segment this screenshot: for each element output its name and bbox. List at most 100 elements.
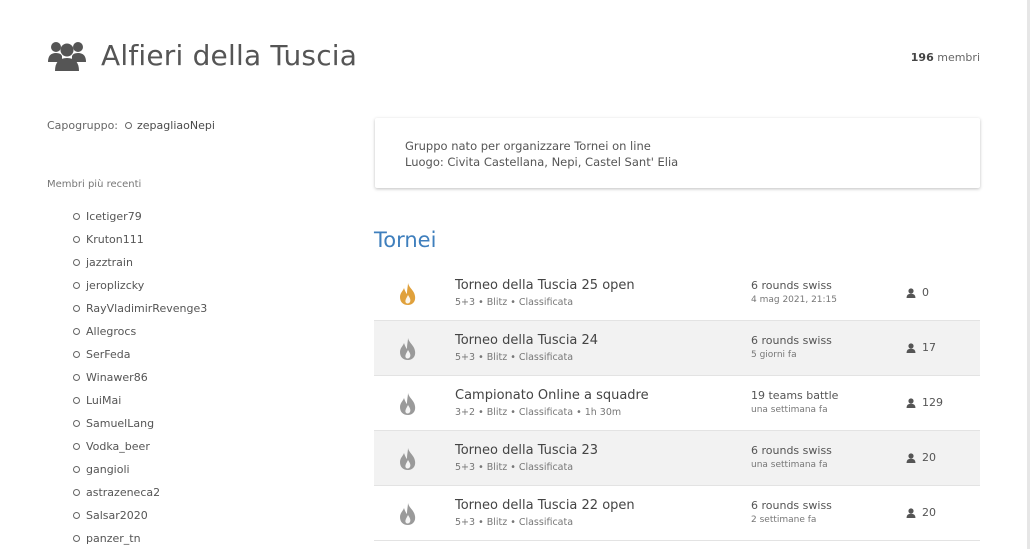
offline-status-icon — [73, 305, 80, 312]
description-line: Gruppo nato per organizzare Tornei on li… — [405, 139, 651, 153]
offline-status-icon — [73, 466, 80, 473]
user-icon — [906, 287, 916, 298]
tournament-date: 2 settimane fa — [751, 515, 817, 525]
user-icon — [906, 342, 916, 353]
members-count-label: membri — [937, 51, 980, 64]
leader-label: Capogruppo: — [47, 119, 119, 132]
tournament-row[interactable]: Torneo della Tuscia 22 open 5+3 • Blitz •… — [374, 486, 980, 541]
recent-member-name[interactable]: Allegrocs — [86, 325, 136, 338]
offline-status-icon — [73, 443, 80, 450]
flame-icon — [398, 337, 418, 365]
tournament-players: 17 — [906, 341, 936, 354]
recent-members-title: Membri più recenti — [47, 179, 142, 190]
offline-status-icon — [73, 351, 80, 358]
offline-status-icon — [73, 535, 80, 542]
recent-member-name[interactable]: Icetiger79 — [86, 210, 142, 223]
offline-status-icon — [125, 122, 133, 129]
tournament-meta: 5+3 • Blitz • Classificata — [455, 352, 574, 363]
tournament-row[interactable]: Torneo della Tuscia 24 5+3 • Blitz • Clas… — [374, 321, 980, 376]
tournament-row[interactable]: Campionato Online a squadre 3+2 • Blitz •… — [374, 376, 980, 431]
group-leader: Capogruppo: zepagliaoNepi — [47, 119, 215, 132]
recent-member-item[interactable]: panzer_tn — [73, 527, 207, 550]
tournament-format: 6 rounds swiss — [751, 444, 832, 457]
tournament-format: 6 rounds swiss — [751, 499, 832, 512]
recent-member-item[interactable]: Icetiger79 — [73, 205, 207, 228]
recent-member-name[interactable]: Salsar2020 — [86, 509, 148, 522]
tournament-meta: 5+3 • Blitz • Classificata — [455, 297, 574, 308]
tournament-format: 19 teams battle — [751, 389, 839, 402]
flame-icon — [398, 502, 418, 530]
tournament-date: una settimana fa — [751, 405, 828, 415]
flame-icon — [398, 282, 418, 310]
recent-member-name[interactable]: Winawer86 — [86, 371, 148, 384]
tournament-name[interactable]: Torneo della Tuscia 25 open — [455, 278, 635, 293]
user-icon — [906, 397, 916, 408]
tournament-date: 4 mag 2021, 21:15 — [751, 295, 838, 305]
tournament-date: 5 giorni fa — [751, 350, 797, 360]
group-description-card: Gruppo nato per organizzare Tornei on li… — [375, 118, 980, 188]
recent-member-item[interactable]: Salsar2020 — [73, 504, 207, 527]
tournament-meta: 5+3 • Blitz • Classificata — [455, 517, 574, 528]
recent-member-item[interactable]: Kruton111 — [73, 228, 207, 251]
offline-status-icon — [73, 420, 80, 427]
recent-member-item[interactable]: jazztrain — [73, 251, 207, 274]
recent-member-name[interactable]: jeroplizcky — [86, 279, 144, 292]
recent-member-name[interactable]: astrazeneca2 — [86, 486, 160, 499]
leader-name-link[interactable]: zepagliaoNepi — [137, 119, 215, 132]
tournament-row[interactable]: Torneo della Tuscia 23 5+3 • Blitz • Clas… — [374, 431, 980, 486]
tournament-meta: 3+2 • Blitz • Classificata • 1h 30m — [455, 407, 622, 418]
tournament-name[interactable]: Torneo della Tuscia 23 — [455, 443, 598, 458]
players-count: 0 — [922, 286, 929, 299]
recent-member-item[interactable]: Allegrocs — [73, 320, 207, 343]
tournament-name[interactable]: Torneo della Tuscia 22 open — [455, 498, 635, 513]
members-count-value: 196 — [910, 51, 934, 64]
recent-member-name[interactable]: LuiMai — [86, 394, 121, 407]
recent-member-item[interactable]: Winawer86 — [73, 366, 207, 389]
recent-member-item[interactable]: SamuelLang — [73, 412, 207, 435]
offline-status-icon — [73, 512, 80, 519]
players-count: 20 — [922, 506, 936, 519]
offline-status-icon — [73, 236, 80, 243]
recent-members-list: Icetiger79 Kruton111 jazztrain jeroplizcky R… — [73, 205, 207, 550]
members-count[interactable]: 196 membri — [911, 51, 980, 64]
flame-icon — [398, 447, 418, 475]
tournament-format: 6 rounds swiss — [751, 334, 832, 347]
tournaments-list: Torneo della Tuscia 25 open 5+3 • Blitz •… — [374, 266, 980, 541]
offline-status-icon — [73, 374, 80, 381]
recent-member-name[interactable]: panzer_tn — [86, 532, 141, 545]
recent-member-item[interactable]: Vodka_beer — [73, 435, 207, 458]
tournament-date: una settimana fa — [751, 460, 828, 470]
tournament-row[interactable]: Torneo della Tuscia 25 open 5+3 • Blitz •… — [374, 266, 980, 321]
group-header: Alfieri della Tuscia — [47, 38, 357, 72]
recent-member-name[interactable]: gangioli — [86, 463, 130, 476]
tournaments-section-title[interactable]: Tornei — [374, 228, 436, 252]
offline-status-icon — [73, 397, 80, 404]
recent-member-item[interactable]: astrazeneca2 — [73, 481, 207, 504]
tournament-players: 20 — [906, 451, 936, 464]
offline-status-icon — [73, 282, 80, 289]
recent-member-item[interactable]: jeroplizcky — [73, 274, 207, 297]
recent-member-name[interactable]: SerFeda — [86, 348, 131, 361]
recent-member-item[interactable]: LuiMai — [73, 389, 207, 412]
players-count: 20 — [922, 451, 936, 464]
recent-member-name[interactable]: SamuelLang — [86, 417, 154, 430]
user-icon — [906, 452, 916, 463]
offline-status-icon — [73, 213, 80, 220]
description-location: Luogo: Civita Castellana, Nepi, Castel S… — [405, 155, 679, 169]
group-title: Alfieri della Tuscia — [101, 38, 358, 72]
recent-member-item[interactable]: gangioli — [73, 458, 207, 481]
recent-member-name[interactable]: Kruton111 — [86, 233, 144, 246]
offline-status-icon — [73, 259, 80, 266]
recent-member-name[interactable]: jazztrain — [86, 256, 133, 269]
tournament-name[interactable]: Torneo della Tuscia 24 — [455, 333, 598, 348]
tournament-name[interactable]: Campionato Online a squadre — [455, 388, 649, 403]
recent-member-name[interactable]: Vodka_beer — [86, 440, 150, 453]
group-icon — [47, 38, 87, 72]
recent-member-name[interactable]: RayVladimirRevenge3 — [86, 302, 207, 315]
recent-member-item[interactable]: SerFeda — [73, 343, 207, 366]
tournament-players: 129 — [906, 396, 943, 409]
recent-member-item[interactable]: RayVladimirRevenge3 — [73, 297, 207, 320]
players-count: 129 — [922, 396, 943, 409]
tournament-format: 6 rounds swiss — [751, 279, 832, 292]
tournament-players: 20 — [906, 506, 936, 519]
